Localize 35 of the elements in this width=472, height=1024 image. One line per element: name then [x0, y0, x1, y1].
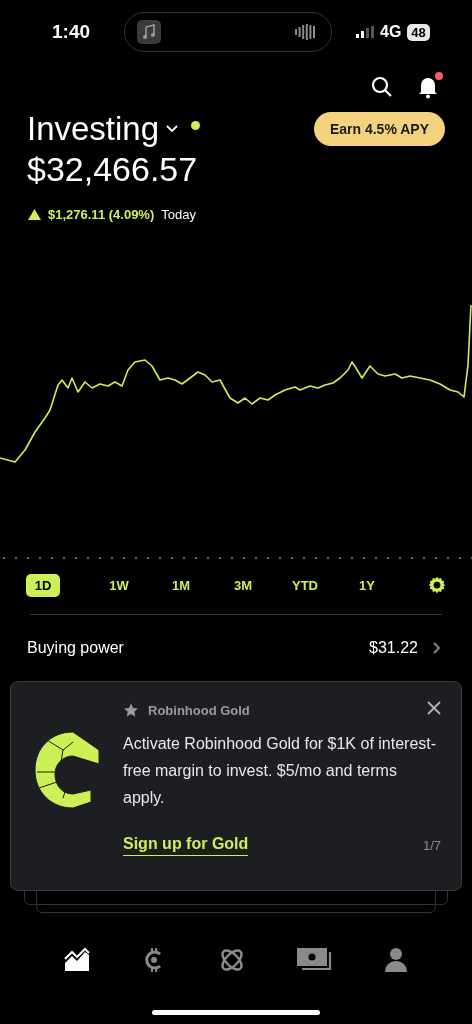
bell-icon[interactable] — [417, 75, 439, 99]
signal-icon — [356, 26, 374, 38]
status-time: 1:40 — [52, 21, 92, 43]
portfolio-balance: $32,466.57 — [26, 149, 199, 189]
buying-power-label: Buying power — [27, 639, 124, 657]
close-icon[interactable] — [427, 701, 441, 715]
earn-apy-button[interactable]: Earn 4.5% APY — [313, 112, 445, 146]
settings-icon[interactable] — [428, 576, 446, 594]
chart-tab-icon[interactable] — [63, 947, 90, 973]
sign-up-link[interactable]: Sign up for Gold — [123, 835, 249, 856]
range-tab[interactable]: YTD — [274, 573, 336, 597]
range-tab[interactable]: 1W — [88, 573, 150, 597]
chevron-down-icon[interactable] — [165, 124, 180, 134]
range-tab[interactable]: 1D — [26, 573, 60, 597]
range-tab[interactable]: 1M — [150, 573, 212, 597]
cash-tab-icon[interactable] — [297, 947, 334, 973]
search-icon[interactable] — [371, 76, 393, 98]
range-tab[interactable]: 3M — [212, 573, 274, 597]
account-title[interactable]: Investing — [27, 110, 160, 148]
buying-power-row[interactable]: Buying power $31.22 — [0, 615, 472, 681]
range-tab[interactable]: 1Y — [336, 573, 398, 597]
star-icon — [123, 702, 139, 718]
waveform-icon — [295, 23, 317, 41]
chevron-right-icon — [432, 641, 442, 655]
card-body: Activate Robinhood Gold for $1K of interest-free margin to invest. $5/mo and terms apply. — [123, 734, 438, 808]
buying-power-value: $31.22 — [369, 639, 418, 657]
battery-level: 48 — [407, 23, 430, 41]
card-tag: Robinhood Gold — [148, 702, 250, 718]
change-amount: $1,276.11 (4.09%) — [48, 207, 155, 222]
up-triangle-icon — [28, 209, 41, 220]
change-period: Today — [161, 207, 196, 222]
music-note-icon — [137, 20, 161, 44]
account-tab-icon[interactable] — [384, 947, 409, 973]
card-pager: 1/7 — [422, 838, 441, 853]
network-type: 4G — [380, 23, 402, 41]
